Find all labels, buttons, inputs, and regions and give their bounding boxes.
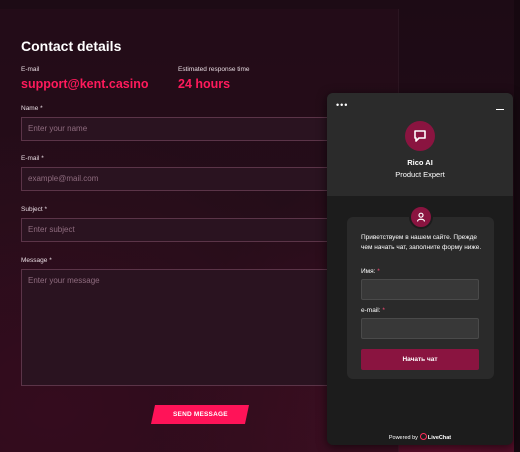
subject-label-text: Subject	[21, 206, 43, 213]
message-field-label: Message *	[21, 257, 52, 264]
chat-name-input[interactable]	[361, 279, 479, 300]
agent-name: Rico AI	[407, 158, 433, 167]
response-time-label: Estimated response time	[178, 66, 250, 73]
livechat-logo-icon	[419, 433, 427, 440]
message-label-text: Message	[21, 257, 48, 264]
required-mark: *	[44, 206, 48, 213]
greeting-text: Приветствуем в нашем сайте. Прежде чем н…	[361, 234, 482, 251]
agent-role: Product Expert	[395, 170, 445, 179]
chat-email-input[interactable]	[361, 318, 479, 339]
name-input[interactable]: Enter your name	[21, 117, 351, 141]
email-input[interactable]: example@mail.com	[21, 167, 351, 191]
powered-by-livechat[interactable]: Powered by LiveChat	[327, 433, 513, 441]
chat-name-label: Имя: *	[361, 268, 380, 275]
required-mark: *	[40, 105, 43, 112]
message-textarea[interactable]: Enter your message	[21, 269, 351, 386]
support-email-link[interactable]: support@kent.casino	[21, 77, 148, 91]
chat-email-label-text: e-mail:	[361, 307, 381, 314]
name-label-text: Name	[21, 105, 39, 112]
more-dots-icon[interactable]: •••	[336, 101, 348, 110]
email-field-label: E-mail *	[21, 155, 44, 162]
email-meta-label: E-mail	[21, 66, 40, 73]
chat-bubble-icon	[405, 121, 435, 151]
required-mark: *	[41, 155, 44, 162]
chat-name-label-text: Имя:	[361, 268, 376, 275]
subject-field-label: Subject *	[21, 206, 47, 213]
response-time-value: 24 hours	[178, 77, 231, 91]
required-mark: *	[382, 307, 385, 314]
send-message-label: SEND MESSAGE	[172, 411, 228, 418]
email-label-text: E-mail	[21, 155, 40, 162]
name-field-label: Name *	[21, 105, 43, 112]
chat-widget: ••• Rico AI Product Expert Приветствуем …	[327, 93, 513, 445]
subject-input[interactable]: Enter subject	[21, 218, 351, 242]
send-message-button[interactable]: SEND MESSAGE	[150, 405, 250, 424]
chat-header: ••• Rico AI Product Expert	[327, 93, 513, 196]
powered-brand: LiveChat	[427, 435, 452, 441]
page-scrollbar-track	[514, 0, 520, 452]
user-icon	[409, 205, 433, 229]
required-mark: *	[49, 257, 52, 264]
required-mark: *	[377, 268, 380, 275]
chat-email-label: e-mail: *	[361, 307, 385, 314]
minimize-icon[interactable]	[496, 109, 504, 110]
powered-prefix: Powered by	[388, 435, 418, 441]
start-chat-button[interactable]: Начать чат	[361, 349, 479, 370]
page-title: Contact details	[21, 38, 122, 54]
